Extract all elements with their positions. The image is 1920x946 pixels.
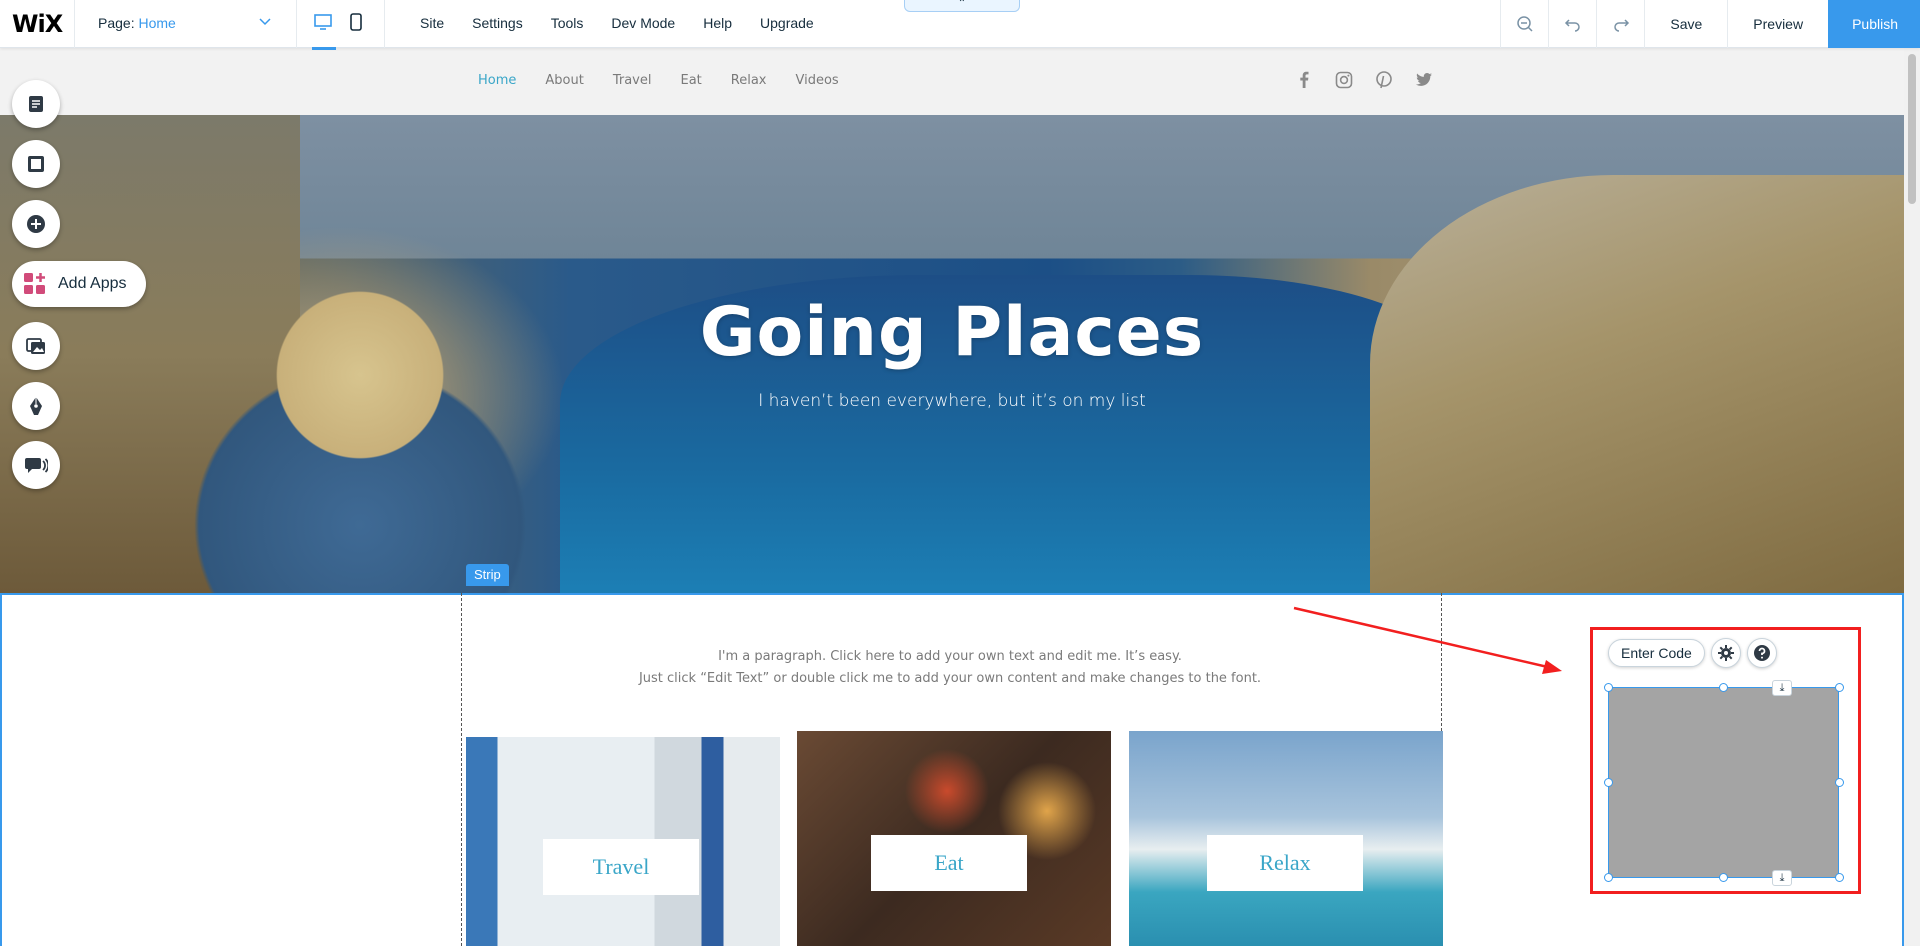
pages-menu-icon[interactable] [12,80,60,128]
undo-icon[interactable] [1548,0,1596,48]
menu-help[interactable]: Help [703,15,732,31]
settings-gear-icon[interactable] [1710,638,1741,668]
site-nav-about[interactable]: About [545,73,583,88]
media-icon[interactable] [12,322,60,370]
resize-handle[interactable] [1835,683,1844,692]
editor-menu: Site Settings Tools Dev Mode Help Upgrad… [420,15,842,31]
site-nav-home[interactable]: Home [478,73,516,88]
site-header: Home About Travel Eat Relax Videos [0,48,1904,115]
menu-settings[interactable]: Settings [472,15,523,31]
collapse-topbar-handle[interactable]: ⌃ [904,0,1020,12]
card-eat-label[interactable]: Eat [871,835,1027,891]
html-embed-element[interactable] [1608,687,1839,878]
annotation-arrow [1293,606,1562,674]
resize-handle[interactable] [1719,873,1728,882]
site-nav-travel[interactable]: Travel [613,73,652,88]
help-icon[interactable] [1746,638,1777,668]
page-selector-value: Home [138,15,176,31]
topbar-actions: Save Preview Publish [1500,0,1920,48]
add-apps-button[interactable]: Add Apps [12,261,146,307]
site-nav-relax[interactable]: Relax [731,73,767,88]
add-apps-label: Add Apps [58,275,127,292]
card-eat[interactable]: Eat [797,731,1111,946]
hero-image-cliff [1370,175,1904,593]
instagram-icon[interactable] [1334,70,1354,90]
resize-handle[interactable] [1604,778,1613,787]
resize-handle[interactable] [1604,873,1613,882]
hero-subtitle[interactable]: I haven’t been everywhere, but it’s on m… [0,391,1904,411]
menu-site[interactable]: Site [420,15,444,31]
hero-title[interactable]: Going Places [0,293,1904,372]
canvas-scrollbar[interactable] [1904,48,1920,946]
wix-logo[interactable]: WiX [12,10,63,38]
desktop-view-icon[interactable] [312,12,338,50]
page-selector-label: Page: [98,15,135,31]
redo-icon[interactable] [1596,0,1644,48]
social-bar [1294,70,1434,90]
divider [384,0,385,48]
page-selector[interactable]: Page: Home [98,15,176,31]
blog-pen-icon[interactable] [12,382,60,430]
menu-upgrade[interactable]: Upgrade [760,15,814,31]
site-nav-eat[interactable]: Eat [680,73,701,88]
embed-toolbar: Enter Code [1608,638,1777,668]
app-market-icon [24,273,45,294]
site-nav-videos[interactable]: Videos [795,73,838,88]
resize-handle[interactable] [1719,683,1728,692]
site-nav: Home About Travel Eat Relax Videos [478,73,868,88]
chevron-down-icon[interactable] [258,14,272,31]
facebook-icon[interactable] [1294,70,1314,90]
enter-code-button[interactable]: Enter Code [1608,639,1705,667]
zoom-out-icon[interactable] [1500,0,1548,48]
hero-strip[interactable]: Going Places I haven’t been everywhere, … [0,115,1904,593]
menu-tools[interactable]: Tools [551,15,584,31]
divider [74,0,75,48]
stretch-top-icon[interactable]: ⤓ [1772,680,1792,696]
card-travel[interactable]: Travel [466,737,780,946]
resize-handle[interactable] [1835,778,1844,787]
save-button[interactable]: Save [1644,0,1727,48]
stretch-bottom-icon[interactable]: ⤓ [1772,870,1792,886]
twitter-icon[interactable] [1414,70,1434,90]
resize-handle[interactable] [1604,683,1613,692]
card-relax[interactable]: Relax [1129,731,1443,946]
add-element-icon[interactable] [12,200,60,248]
menu-dev-mode[interactable]: Dev Mode [611,15,675,31]
scrollbar-thumb[interactable] [1908,54,1916,204]
chat-icon[interactable] [12,441,60,489]
mobile-view-icon[interactable] [346,12,370,38]
strip-label[interactable]: Strip [466,564,509,586]
preview-button[interactable]: Preview [1727,0,1828,48]
card-relax-label[interactable]: Relax [1207,835,1363,891]
divider [296,0,297,48]
publish-button[interactable]: Publish [1828,0,1920,48]
card-travel-label[interactable]: Travel [543,839,699,895]
resize-handle[interactable] [1835,873,1844,882]
pinterest-icon[interactable] [1374,70,1394,90]
background-icon[interactable] [12,140,60,188]
